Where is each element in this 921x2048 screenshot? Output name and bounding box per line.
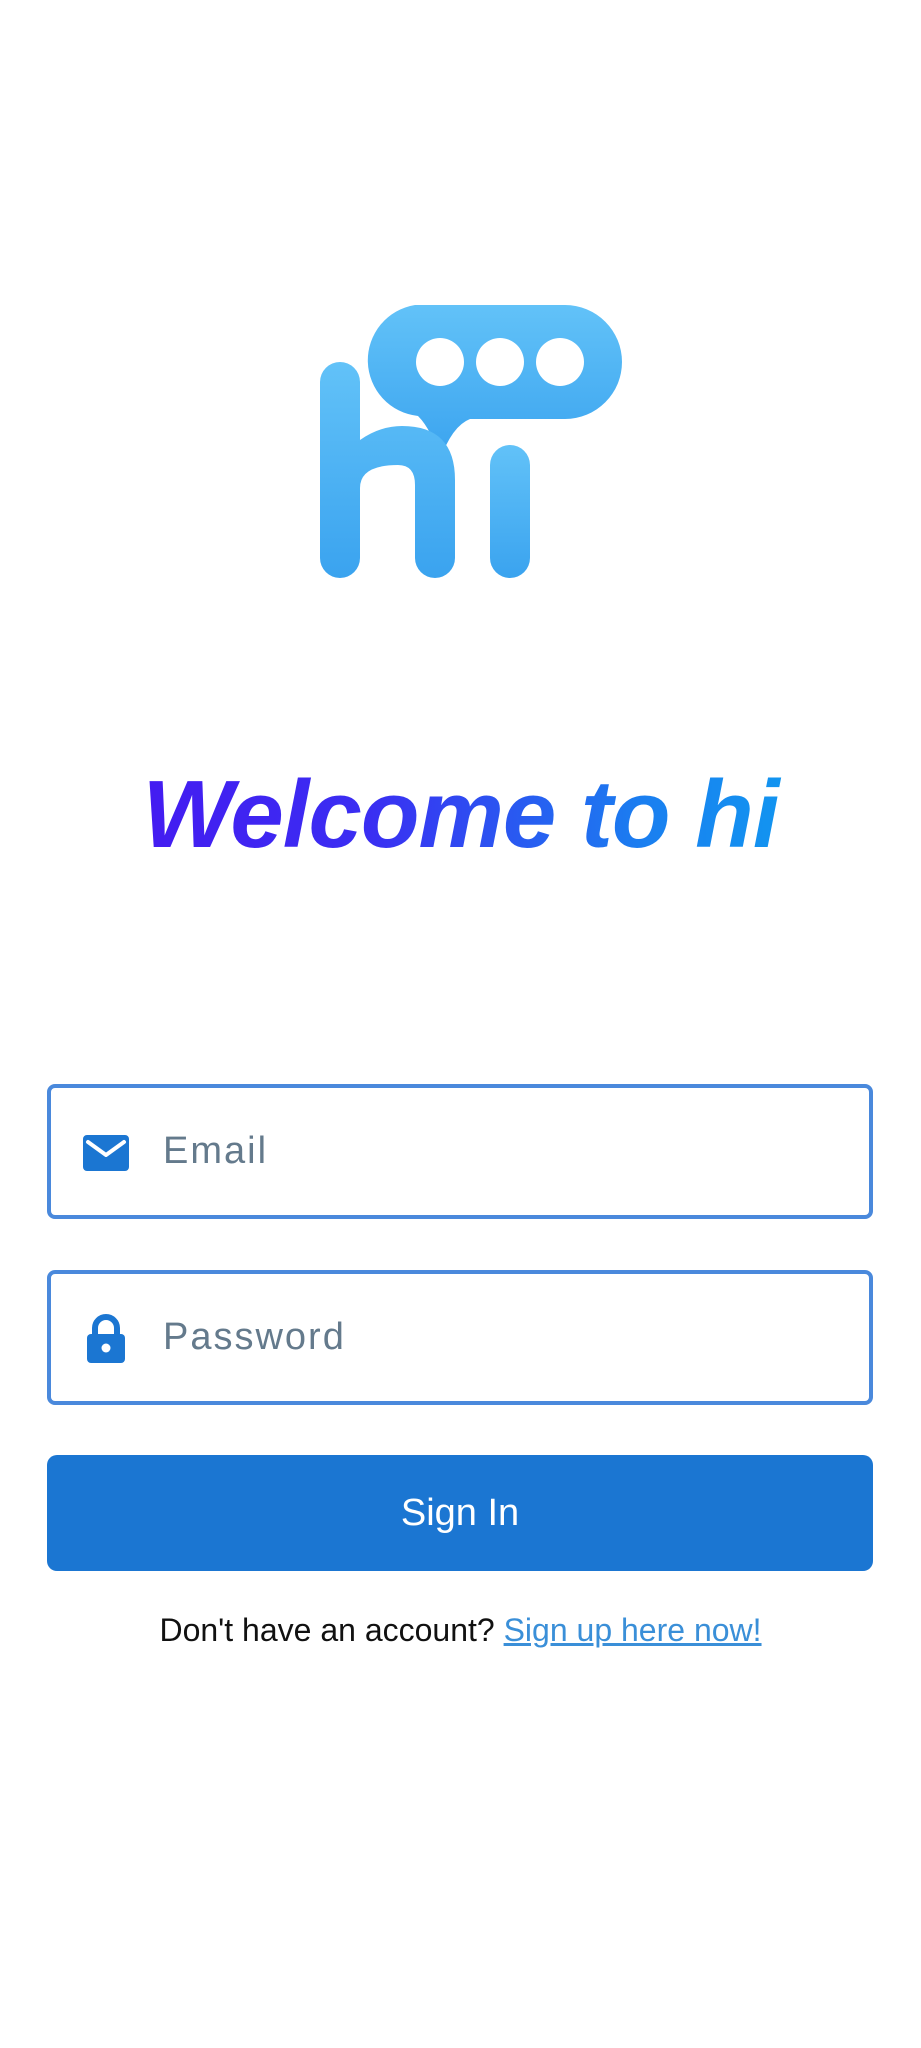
password-input[interactable] [161,1274,849,1401]
email-field[interactable] [47,1084,873,1219]
signup-prompt-text: Don't have an account? [159,1612,504,1648]
mail-icon [83,1134,129,1171]
lock-icon [87,1313,125,1363]
signup-prompt-row: Don't have an account? Sign up here now! [0,1612,921,1649]
sign-in-button[interactable]: Sign In [47,1455,873,1571]
signup-link[interactable]: Sign up here now! [504,1612,762,1648]
hi-logo-icon [320,305,622,578]
email-input[interactable] [161,1088,849,1215]
welcome-title: Welcome to hi [0,760,921,870]
password-field[interactable] [47,1270,873,1405]
login-screen: Welcome to hi Sign In Don't have an acco… [0,0,921,2048]
